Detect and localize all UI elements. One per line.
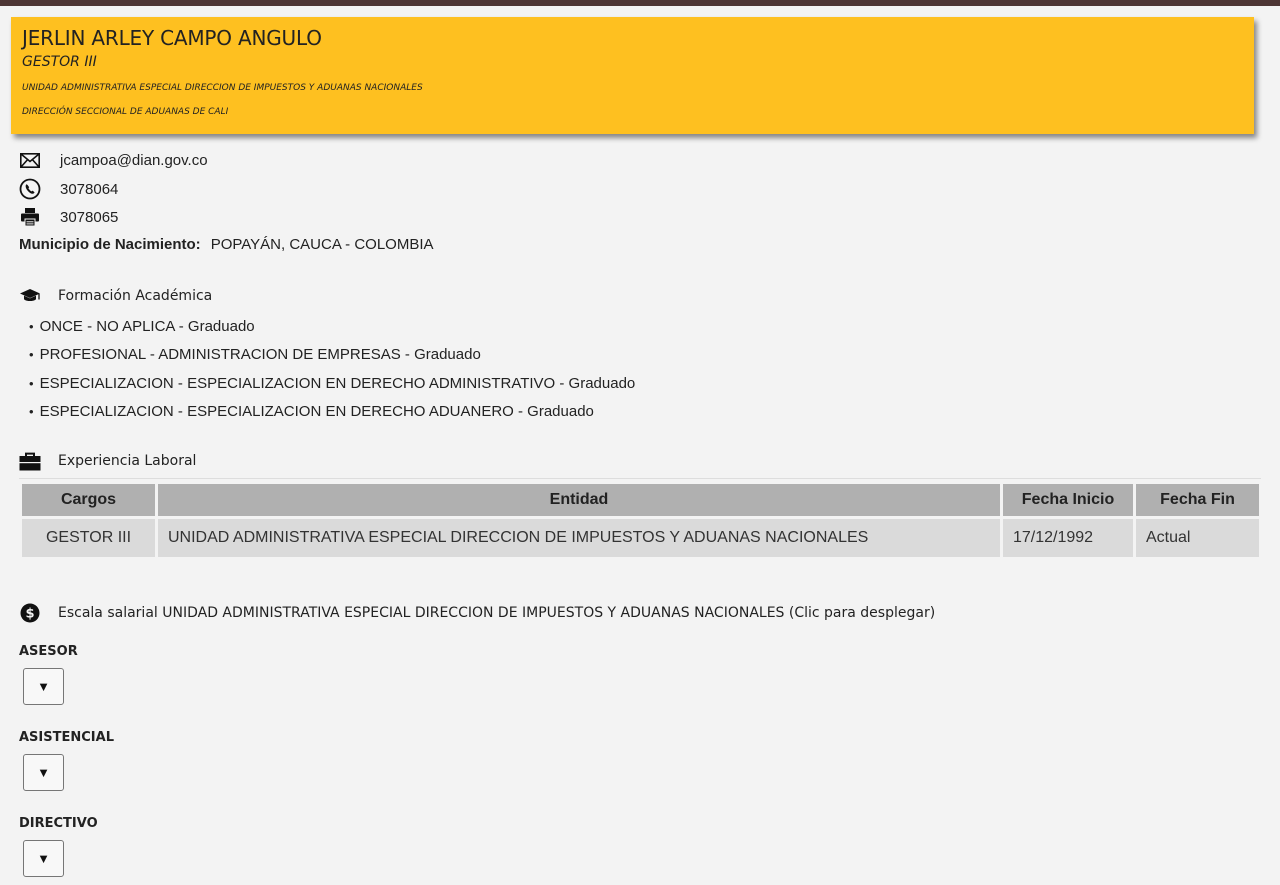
expand-asistencial-button[interactable]: ▼ (23, 754, 64, 791)
profile-name: JERLIN ARLEY CAMPO ANGULO (22, 26, 322, 50)
experience-table: Cargos Entidad Fecha Inicio Fecha Fin GE… (19, 481, 1262, 560)
cell-entidad: UNIDAD ADMINISTRATIVA ESPECIAL DIRECCION… (158, 519, 1000, 557)
profile-entidad: UNIDAD ADMINISTRATIVA ESPECIAL DIRECCION… (22, 83, 423, 93)
education-title: Formación Académica (58, 288, 213, 304)
fax-text: 3078065 (60, 208, 119, 226)
experience-section-title: Experiencia Laboral (19, 451, 196, 471)
salary-section-title[interactable]: $ Escala salarial UNIDAD ADMINISTRATIVA … (19, 603, 935, 623)
profile-cargo: GESTOR III (22, 54, 97, 70)
municipio-label: Municipio de Nacimiento: (19, 236, 201, 253)
expand-directivo-button[interactable]: ▼ (23, 840, 64, 877)
experience-title: Experiencia Laboral (58, 453, 197, 469)
briefcase-icon (19, 451, 41, 471)
profile-dependencia: DIRECCIÓN SECCIONAL DE ADUANAS DE CALI (22, 107, 229, 117)
education-list: ONCE - NO APLICA - Graduado PROFESIONAL … (29, 316, 636, 429)
table-row: GESTOR III UNIDAD ADMINISTRATIVA ESPECIA… (22, 519, 1259, 557)
level-label-asistencial: ASISTENCIAL (19, 730, 114, 745)
email-text[interactable]: jcampoa@dian.gov.co (60, 152, 208, 169)
section-divider (19, 478, 1261, 479)
table-header-row: Cargos Entidad Fecha Inicio Fecha Fin (22, 484, 1259, 516)
email-row: jcampoa@dian.gov.co (19, 149, 208, 171)
municipio-value: POPAYÁN, CAUCA - COLOMBIA (210, 236, 434, 253)
envelope-icon (19, 149, 41, 171)
column-header-fecha-fin: Fecha Fin (1136, 484, 1259, 516)
column-header-cargos: Cargos (22, 484, 155, 516)
cell-cargo: GESTOR III (22, 519, 155, 557)
dollar-circle-icon: $ (19, 603, 41, 623)
fax-row: 3078065 (19, 206, 118, 228)
expand-asesor-button[interactable]: ▼ (23, 668, 64, 705)
printer-icon (19, 206, 41, 228)
list-item: ONCE - NO APLICA - Graduado (29, 316, 635, 344)
list-item: ESPECIALIZACION - ESPECIALIZACION EN DER… (29, 373, 636, 401)
salary-title[interactable]: Escala salarial UNIDAD ADMINISTRATIVA ES… (58, 605, 935, 621)
cell-fecha-inicio: 17/12/1992 (1003, 519, 1133, 557)
list-item: PROFESIONAL - ADMINISTRACION DE EMPRESAS… (29, 344, 635, 372)
phone-text: 3078064 (60, 180, 119, 198)
level-label-directivo: DIRECTIVO (19, 816, 98, 831)
svg-text:$: $ (25, 607, 34, 622)
top-bar (0, 0, 1280, 6)
list-item: ESPECIALIZACION - ESPECIALIZACION EN DER… (29, 401, 635, 429)
level-label-asesor: ASESOR (19, 644, 78, 659)
municipio-row: Municipio de Nacimiento: POPAYÁN, CAUCA -… (19, 236, 434, 253)
profile-card: JERLIN ARLEY CAMPO ANGULO GESTOR III UNI… (11, 17, 1254, 134)
education-section-title: Formación Académica (19, 286, 212, 306)
column-header-entidad: Entidad (158, 484, 1000, 516)
cell-fecha-fin: Actual (1136, 519, 1259, 557)
phone-row: 3078064 (19, 178, 118, 200)
phone-icon (19, 178, 41, 200)
graduation-cap-icon (19, 286, 41, 306)
column-header-fecha-inicio: Fecha Inicio (1003, 484, 1133, 516)
